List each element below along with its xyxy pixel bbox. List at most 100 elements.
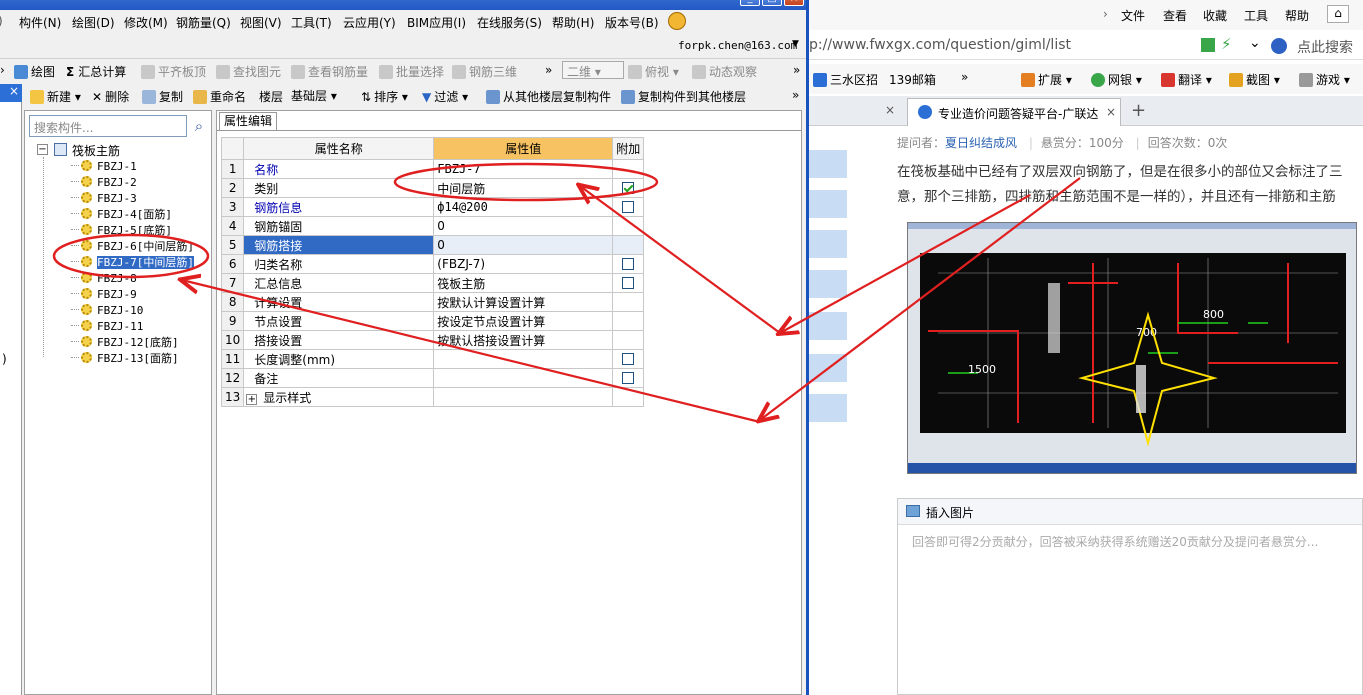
property-row[interactable]: 7 汇总信息 筏板主筋 <box>220 273 645 293</box>
draw-button[interactable]: 绘图 <box>14 63 55 80</box>
property-row[interactable]: 4 钢筋锚固 0 <box>220 216 645 236</box>
menu-online[interactable]: 在线服务(S) <box>477 14 542 31</box>
property-value[interactable]: 筏板主筋 <box>433 273 614 293</box>
property-row[interactable]: 6 归类名称 (FBZJ-7) <box>220 254 645 274</box>
translate-button[interactable]: 翻译 ▾ <box>1161 71 1212 88</box>
summary-calc-button[interactable]: Σ 汇总计算 <box>66 63 126 80</box>
screenshot-button[interactable]: 截图 ▾ <box>1229 71 1280 88</box>
cad-screenshot-image[interactable]: 1500 800 700 <box>907 222 1357 474</box>
property-row[interactable]: 13 + 显示样式 <box>220 387 645 407</box>
find-element-button[interactable]: 查找图元 <box>216 63 281 80</box>
browser-menu-tools[interactable]: 工具 <box>1244 7 1268 24</box>
tree-item[interactable]: FBZJ-3 <box>71 191 137 207</box>
rename-button[interactable]: 重命名 <box>193 88 246 105</box>
insert-image-button[interactable]: 插入图片 <box>898 499 1362 525</box>
compbar-more-icon[interactable]: » <box>792 88 799 102</box>
property-row[interactable]: 8 计算设置 按默认计算设置计算 <box>220 292 645 312</box>
toolbar-overflow-icon[interactable]: › <box>0 63 5 77</box>
menu-help[interactable]: 帮助(H) <box>552 14 594 31</box>
maximize-button[interactable]: □ <box>762 0 782 6</box>
menu-chevron-icon[interactable]: › <box>1103 7 1108 21</box>
property-value[interactable]: (FBZJ-7) <box>433 254 614 274</box>
property-value[interactable]: 按设定节点设置计算 <box>433 311 614 331</box>
tree-root[interactable]: 筏板主筋 <box>72 142 120 159</box>
toolbar-more2-icon[interactable]: » <box>793 63 800 77</box>
answer-textarea[interactable]: 回答即可得2分贡献分，回答被采纳获得系统赠送20贡献分及提问者悬赏分... <box>912 533 1318 550</box>
property-value[interactable]: 按默认搭接设置计算 <box>433 330 614 350</box>
menu-component[interactable]: 构件(N) <box>19 14 61 31</box>
tree-item[interactable]: FBZJ-11 <box>71 319 143 335</box>
menu-rebar-qty[interactable]: 钢筋量(Q) <box>176 14 231 31</box>
mascot-icon[interactable] <box>668 12 686 30</box>
menu-view[interactable]: 视图(V) <box>240 14 282 31</box>
menu-modify[interactable]: 修改(M) <box>124 14 168 31</box>
menu-draw[interactable]: 绘图(D) <box>72 14 115 31</box>
asker-name[interactable]: 夏日纠结成风 <box>945 136 1017 150</box>
tree-item[interactable]: FBZJ-9 <box>71 287 137 303</box>
tree-item[interactable]: FBZJ-7[中间层筋] <box>71 255 194 271</box>
browser-menu-favorites[interactable]: 收藏 <box>1203 7 1227 24</box>
property-value[interactable]: 按默认计算设置计算 <box>433 292 614 312</box>
extra-checkbox[interactable] <box>622 182 635 194</box>
property-value[interactable]: 中间层筋 <box>433 178 614 198</box>
toolbar-more-icon[interactable]: » <box>545 63 552 77</box>
tab-close-icon[interactable]: × <box>1106 105 1116 119</box>
property-value[interactable]: 0 <box>433 235 614 255</box>
prev-tab-close-icon[interactable]: × <box>885 103 895 117</box>
delete-button[interactable]: ✕ 删除 <box>92 88 129 105</box>
browser-menu-view[interactable]: 查看 <box>1163 7 1187 24</box>
url-input[interactable]: p://www.fwxgx.com/question/giml/list <box>809 37 1071 53</box>
property-value[interactable]: 0 <box>433 216 614 236</box>
tree-item[interactable]: FBZJ-5[底筋] <box>71 223 172 239</box>
tree-item[interactable]: FBZJ-8 <box>71 271 137 287</box>
tree-item[interactable]: FBZJ-4[面筋] <box>71 207 172 223</box>
minimize-button[interactable]: _ <box>740 0 760 6</box>
menu-version[interactable]: 版本号(B) <box>605 14 659 31</box>
copy-button[interactable]: 复制 <box>142 88 183 105</box>
view-rebar-button[interactable]: 查看钢筋量 <box>291 63 368 80</box>
batch-select-button[interactable]: 批量选择 <box>379 63 444 80</box>
property-value[interactable] <box>433 349 614 369</box>
ext-button[interactable]: 扩展 ▾ <box>1021 71 1072 88</box>
property-row[interactable]: 1 名称 FBZJ-7 <box>220 159 645 179</box>
rebar-3d-button[interactable]: 钢筋三维 <box>452 63 517 80</box>
property-row[interactable]: 9 节点设置 按设定节点设置计算 <box>220 311 645 331</box>
property-value[interactable] <box>433 368 614 388</box>
menu-tools[interactable]: 工具(T) <box>291 14 332 31</box>
property-value[interactable]: FBZJ-7 <box>433 159 614 179</box>
tree-item[interactable]: FBZJ-10 <box>71 303 143 319</box>
lightning-icon[interactable]: ⚡ <box>1221 35 1232 53</box>
property-row[interactable]: 10 搭接设置 按默认搭接设置计算 <box>220 330 645 350</box>
paw-search-icon[interactable] <box>1271 38 1287 54</box>
browser-menu-help[interactable]: 帮助 <box>1285 7 1309 24</box>
extra-checkbox[interactable] <box>622 201 635 213</box>
menu-cloud[interactable]: 云应用(Y) <box>343 14 396 31</box>
tree-item[interactable]: FBZJ-12[底筋] <box>71 335 179 351</box>
property-value[interactable] <box>433 387 614 407</box>
close-button[interactable]: × <box>784 0 804 6</box>
property-row[interactable]: 12 备注 <box>220 368 645 388</box>
bank-button[interactable]: 网银 ▾ <box>1091 71 1142 88</box>
fav-more-icon[interactable]: » <box>961 70 968 84</box>
property-row[interactable]: 5 钢筋搭接 0 <box>220 235 645 255</box>
tree-item[interactable]: FBZJ-1 <box>71 159 137 175</box>
extra-checkbox[interactable] <box>622 277 635 289</box>
browser-home-icon[interactable]: ⌂ <box>1327 5 1349 23</box>
tree-item[interactable]: FBZJ-6[中间层筋] <box>71 239 194 255</box>
tree-collapse-icon[interactable]: − <box>37 144 48 155</box>
user-dropdown-icon[interactable]: ▼ <box>792 39 799 49</box>
search-icon[interactable]: ⌕ <box>189 115 209 137</box>
tree-item[interactable]: FBZJ-2 <box>71 175 137 191</box>
view-2d-select[interactable]: 二维 ▾ <box>562 61 624 79</box>
fav-sanshui[interactable]: 三水区招 <box>813 71 878 88</box>
component-search-input[interactable]: 搜索构件... <box>29 115 187 137</box>
property-row[interactable]: 3 钢筋信息 ф14@200 <box>220 197 645 217</box>
left-panel-close-icon[interactable]: × <box>0 84 22 102</box>
games-button[interactable]: 游戏 ▾ <box>1299 71 1350 88</box>
tab-property-edit[interactable]: 属性编辑 <box>219 112 277 130</box>
filter-button[interactable]: ▼ 过滤 ▾ <box>422 88 468 105</box>
copy-from-floor-button[interactable]: 从其他楼层复制构件 <box>486 88 611 105</box>
security-icon[interactable] <box>1201 38 1215 52</box>
extra-checkbox[interactable] <box>622 372 635 384</box>
new-button[interactable]: 新建 ▾ <box>30 88 81 105</box>
